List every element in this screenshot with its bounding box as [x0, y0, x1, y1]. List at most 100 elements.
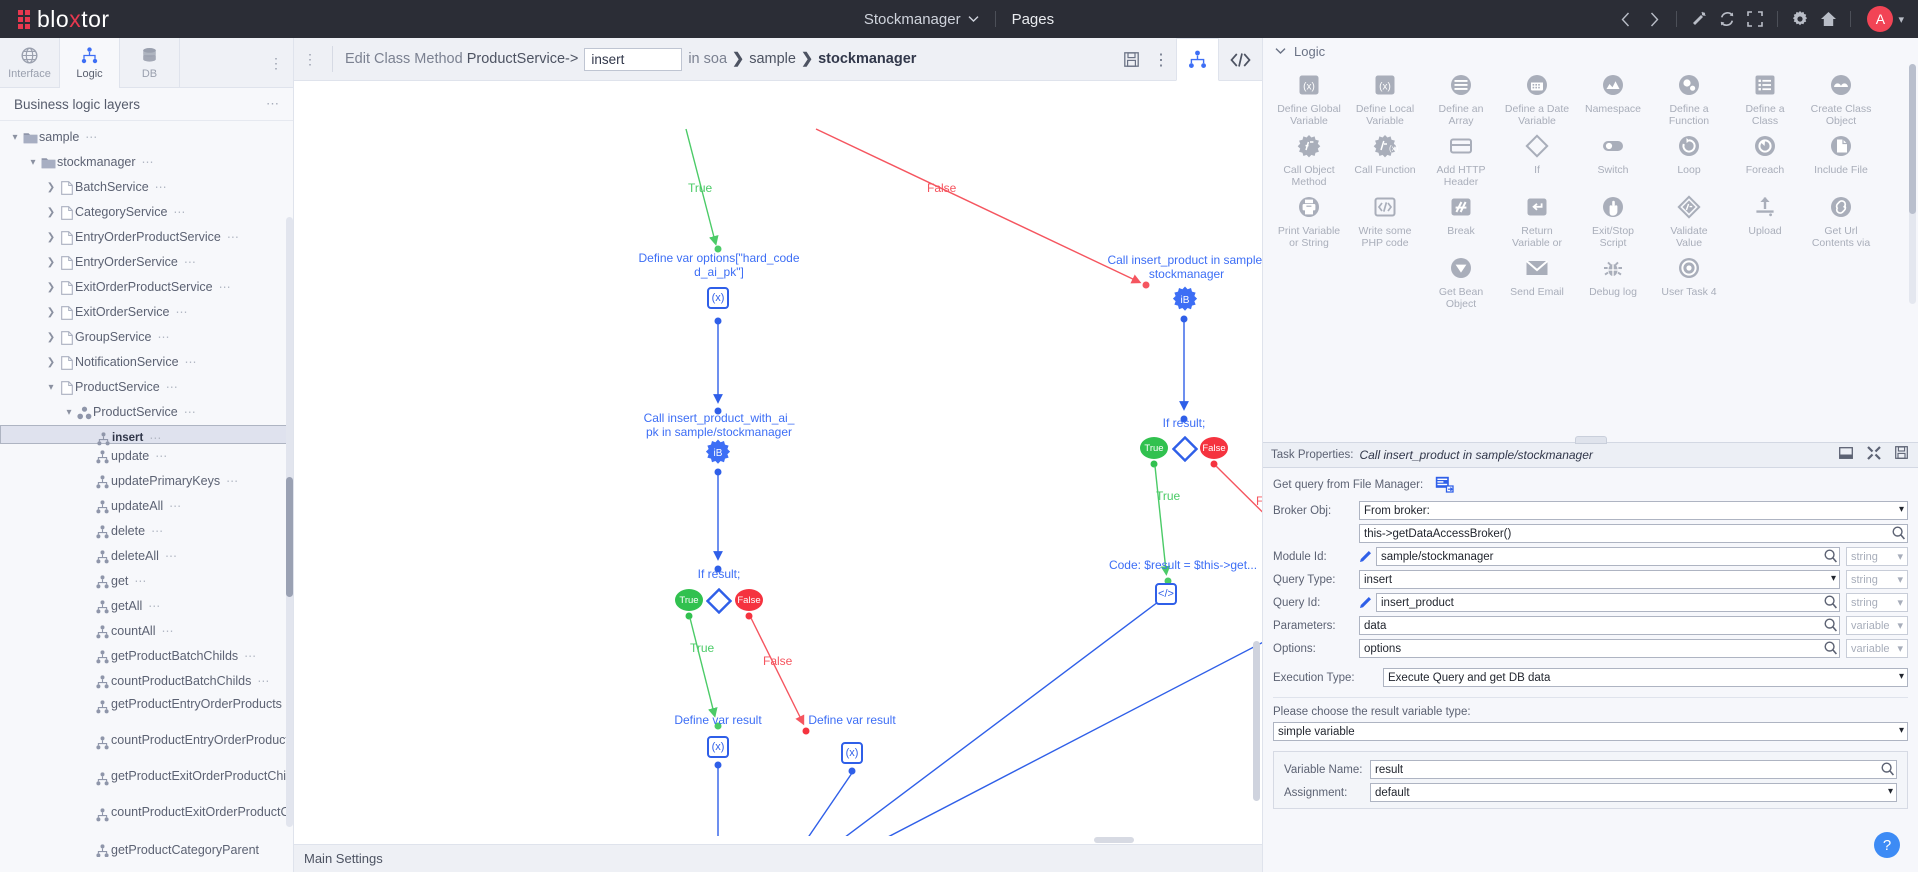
- palette-scrollbar[interactable]: [1909, 64, 1916, 304]
- tree-item-getproductentryorderproducts[interactable]: getProductEntryOrderProducts: [0, 694, 293, 730]
- edit-pencil-icon[interactable]: [1359, 596, 1372, 609]
- tree-item-more-icon[interactable]: ⋯: [184, 250, 197, 275]
- chevron-right-icon[interactable]: ❯: [44, 225, 58, 250]
- palette-item-break[interactable]: Break: [1423, 188, 1499, 249]
- flow-canvas[interactable]: True False Define var options["hard_code…: [294, 81, 1262, 844]
- tree-item-getall[interactable]: getAll ⋯: [0, 594, 293, 619]
- node-if-result-right[interactable]: [1172, 436, 1198, 462]
- tree-item-get[interactable]: get ⋯: [0, 569, 293, 594]
- save-icon[interactable]: [1116, 38, 1146, 81]
- tree-item-entryorderproductservice[interactable]: ❯ EntryOrderProductService ⋯: [0, 225, 293, 250]
- tree-item-productservice[interactable]: ▾ ProductService ⋯: [0, 375, 293, 400]
- tree-item-more-icon[interactable]: ⋯: [165, 544, 178, 569]
- tree-item-insert[interactable]: insert ⋯: [0, 425, 293, 445]
- palette-item-include-file[interactable]: Include File: [1803, 127, 1879, 188]
- palette-item-define-a-date-variable[interactable]: Define a Date Variable: [1499, 66, 1575, 127]
- magic-wand-icon[interactable]: [1685, 5, 1713, 33]
- tree-item-getproductbatchchilds[interactable]: getProductBatchChilds ⋯: [0, 644, 293, 669]
- edit-pencil-icon[interactable]: [1359, 550, 1372, 563]
- module-id-type-select[interactable]: string ▾: [1846, 547, 1908, 566]
- tab-interface[interactable]: Interface: [0, 38, 60, 88]
- chevron-down-icon[interactable]: ▾: [26, 150, 40, 175]
- tree-item-update[interactable]: update ⋯: [0, 444, 293, 469]
- query-id-input[interactable]: [1376, 593, 1840, 612]
- tree-item-getproductexitorderproductchilds[interactable]: getProductExitOrderProductChilds: [0, 766, 293, 802]
- node-define-options[interactable]: (x): [707, 287, 729, 309]
- palette-item-define-a-class[interactable]: Define a Class: [1727, 66, 1803, 127]
- pages-link[interactable]: Pages: [1012, 11, 1055, 28]
- palette-item-if[interactable]: If: [1499, 127, 1575, 188]
- palette-item-upload[interactable]: Upload: [1727, 188, 1803, 249]
- query-id-type-select[interactable]: string ▾: [1846, 593, 1908, 612]
- node-php-code[interactable]: </>: [1155, 583, 1177, 605]
- method-name-input[interactable]: [584, 47, 683, 71]
- canvas-horizontal-scrollbar[interactable]: [294, 836, 1262, 844]
- refresh-icon[interactable]: [1713, 5, 1741, 33]
- tree-item-deleteall[interactable]: deleteAll ⋯: [0, 544, 293, 569]
- palette-item-return-variable-or[interactable]: Return Variable or: [1499, 188, 1575, 249]
- canvas-kebab-icon[interactable]: ⋮: [300, 51, 320, 68]
- tab-flowchart-view[interactable]: [1176, 38, 1219, 81]
- tree-item-more-icon[interactable]: ⋯: [185, 350, 198, 375]
- query-type-select[interactable]: [1359, 570, 1840, 589]
- broker-expression-input[interactable]: [1359, 524, 1908, 543]
- home-icon[interactable]: [1814, 5, 1842, 33]
- tab-db[interactable]: DB: [120, 38, 180, 88]
- tree-item-more-icon[interactable]: ⋯: [151, 519, 164, 544]
- chevron-down-icon[interactable]: ▾: [62, 400, 76, 425]
- query-type-type-select[interactable]: string ▾: [1846, 570, 1908, 589]
- minimize-icon[interactable]: [1839, 446, 1853, 464]
- tree-item-batchservice[interactable]: ❯ BatchService ⋯: [0, 175, 293, 200]
- options-type-select[interactable]: variable ▾: [1846, 639, 1908, 658]
- chevron-right-icon[interactable]: ❯: [44, 275, 58, 300]
- tab-logic[interactable]: Logic: [60, 38, 120, 88]
- node-call-insert-product-with-ai-pk[interactable]: iB: [705, 439, 731, 464]
- chevron-right-icon[interactable]: [1640, 5, 1668, 33]
- palette-item-write-some-php-code[interactable]: Write some PHP code: [1347, 188, 1423, 249]
- tree-item-categoryservice[interactable]: ❯ CategoryService ⋯: [0, 200, 293, 225]
- file-manager-icon[interactable]: [1435, 476, 1455, 494]
- chevron-right-icon[interactable]: ❯: [44, 350, 58, 375]
- sidebar-title-more-icon[interactable]: ⋯: [266, 96, 279, 112]
- tree-item-countproductexitorderproductcds[interactable]: countProductExitOrderProductCds: [0, 802, 293, 838]
- tree-item-more-icon[interactable]: ⋯: [155, 175, 168, 200]
- chevron-right-icon[interactable]: ❯: [44, 200, 58, 225]
- tree-item-more-icon[interactable]: ⋯: [134, 569, 147, 594]
- chevron-down-icon[interactable]: ▾: [44, 375, 58, 400]
- palette-item-switch[interactable]: Switch: [1575, 127, 1651, 188]
- palette-item-create-class-object[interactable]: Create Class Object: [1803, 66, 1879, 127]
- palette-item-add-http-header[interactable]: Add HTTP Header: [1423, 127, 1499, 188]
- tree-item-more-icon[interactable]: ⋯: [166, 375, 179, 400]
- tree-item-countproductbatchchilds[interactable]: countProductBatchChilds ⋯: [0, 669, 293, 694]
- tree-item-exitorderservice[interactable]: ❯ ExitOrderService ⋯: [0, 300, 293, 325]
- result-variable-type-select[interactable]: [1273, 722, 1908, 741]
- if-left-true-pill[interactable]: True: [675, 589, 703, 611]
- tree-item-notificationservice[interactable]: ❯ NotificationService ⋯: [0, 350, 293, 375]
- tree-item-more-icon[interactable]: ⋯: [184, 400, 197, 425]
- palette-item-debug-log[interactable]: Debug log: [1575, 249, 1651, 310]
- chevron-down-icon[interactable]: ▾: [8, 125, 22, 150]
- palette-item-send-email[interactable]: Send Email: [1499, 249, 1575, 310]
- chevron-right-icon[interactable]: ❯: [44, 325, 58, 350]
- palette-item-print-variable-or-string[interactable]: Print Variable or String: [1271, 188, 1347, 249]
- palette-item-define-global-variable[interactable]: (x) Define Global Variable: [1271, 66, 1347, 127]
- if-right-true-pill[interactable]: True: [1140, 437, 1168, 459]
- parameters-type-select[interactable]: variable ▾: [1846, 616, 1908, 635]
- chevron-right-icon[interactable]: ❯: [44, 175, 58, 200]
- tree-item-more-icon[interactable]: ⋯: [227, 225, 240, 250]
- palette-item-define-a-function[interactable]: Define a Function: [1651, 66, 1727, 127]
- tree-item-more-icon[interactable]: ⋯: [244, 644, 257, 669]
- palette-item-namespace[interactable]: Namespace: [1575, 66, 1651, 127]
- canvas-more-kebab-icon[interactable]: ⋮: [1146, 38, 1176, 81]
- tree-item-productservice[interactable]: ▾ ProductService ⋯: [0, 400, 293, 425]
- main-settings-bar[interactable]: Main Settings: [294, 844, 1262, 872]
- save-icon[interactable]: [1895, 446, 1908, 464]
- business-logic-tree[interactable]: ▾ sample ⋯ ▾ stockmanager ⋯ ❯ BatchService ⋯ ❯ Cat…: [0, 121, 293, 857]
- if-right-false-pill[interactable]: False: [1200, 437, 1228, 459]
- parameters-input[interactable]: [1359, 616, 1840, 635]
- tree-item-delete[interactable]: delete ⋯: [0, 519, 293, 544]
- avatar-chevron-down-icon[interactable]: ▾: [1898, 13, 1904, 26]
- tree-item-exitorderproductservice[interactable]: ❯ ExitOrderProductService ⋯: [0, 275, 293, 300]
- tree-item-more-icon[interactable]: ⋯: [257, 669, 270, 694]
- tree-item-more-icon[interactable]: ⋯: [226, 469, 239, 494]
